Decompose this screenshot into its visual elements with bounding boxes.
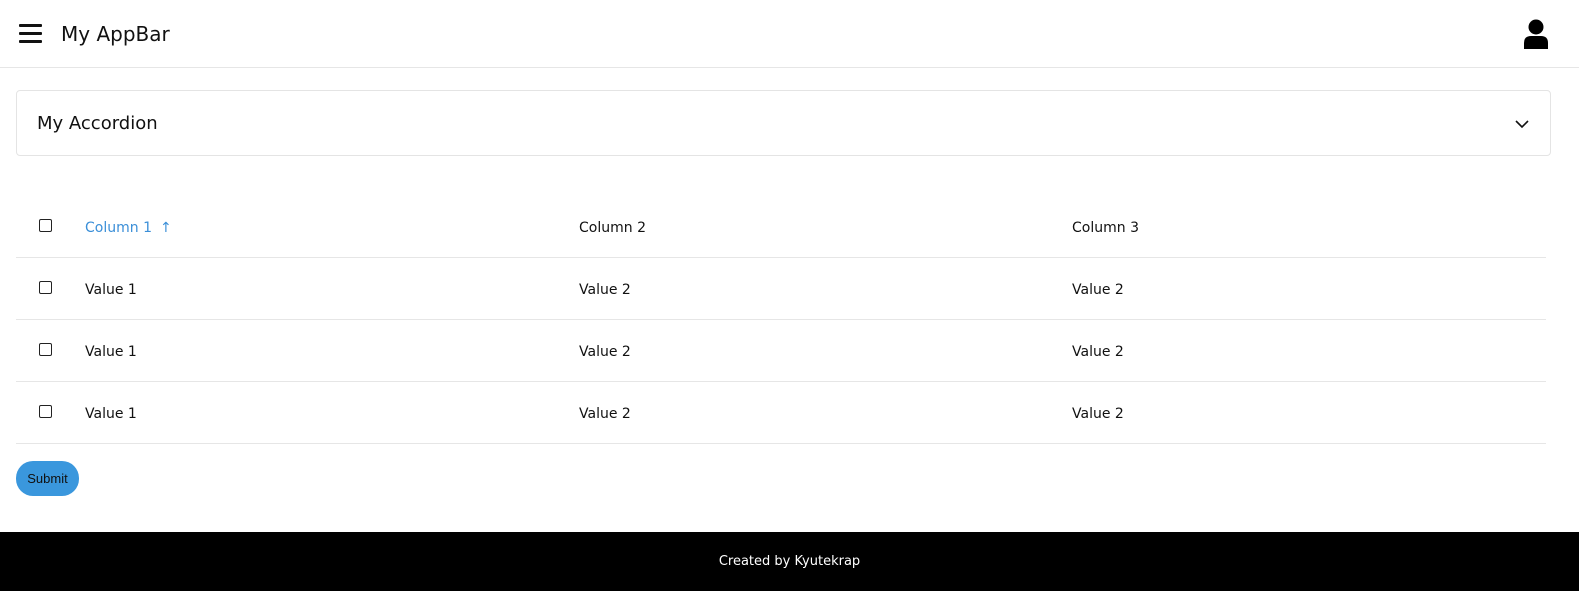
chevron-down-icon[interactable] xyxy=(1514,116,1530,130)
row-checkbox[interactable] xyxy=(39,281,52,294)
app-bar: My AppBar xyxy=(0,0,1579,68)
table-row[interactable]: Value 1 Value 2 Value 2 xyxy=(16,320,1546,382)
table-cell: Value 1 xyxy=(85,406,137,422)
footer: Created by Kyutekrap xyxy=(0,532,1579,591)
table-cell: Value 2 xyxy=(1072,344,1124,360)
footer-text: Created by Kyutekrap xyxy=(718,554,861,569)
table-cell: Value 2 xyxy=(579,344,631,360)
app-bar-title: My AppBar xyxy=(61,22,170,46)
table-cell: Value 2 xyxy=(579,282,631,298)
menu-icon[interactable] xyxy=(19,24,43,44)
account-icon[interactable] xyxy=(1524,19,1548,49)
column-header-1[interactable]: Column 1 ↑ xyxy=(85,218,172,238)
table-row[interactable]: Value 1 Value 2 Value 2 xyxy=(16,382,1546,444)
accordion-title: My Accordion xyxy=(37,113,158,134)
column-header-label: Column 1 xyxy=(85,220,152,236)
table-row[interactable]: Value 1 Value 2 Value 2 xyxy=(16,258,1546,320)
data-table: Column 1 ↑ Column 2 Column 3 Value 1 Valu… xyxy=(16,196,1546,444)
submit-button[interactable]: Submit xyxy=(16,461,79,496)
accordion[interactable]: My Accordion xyxy=(16,90,1551,156)
table-cell: Value 2 xyxy=(1072,282,1124,298)
table-cell: Value 1 xyxy=(85,344,137,360)
table-cell: Value 2 xyxy=(579,406,631,422)
table-header-row: Column 1 ↑ Column 2 Column 3 xyxy=(16,196,1546,258)
row-checkbox[interactable] xyxy=(39,405,52,418)
row-checkbox[interactable] xyxy=(39,343,52,356)
select-all-checkbox[interactable] xyxy=(39,219,52,232)
table-cell: Value 1 xyxy=(85,282,137,298)
table-cell: Value 2 xyxy=(1072,406,1124,422)
column-header-3[interactable]: Column 3 xyxy=(1072,218,1139,238)
column-header-2[interactable]: Column 2 xyxy=(579,218,646,238)
arrow-up-icon: ↑ xyxy=(159,220,172,236)
